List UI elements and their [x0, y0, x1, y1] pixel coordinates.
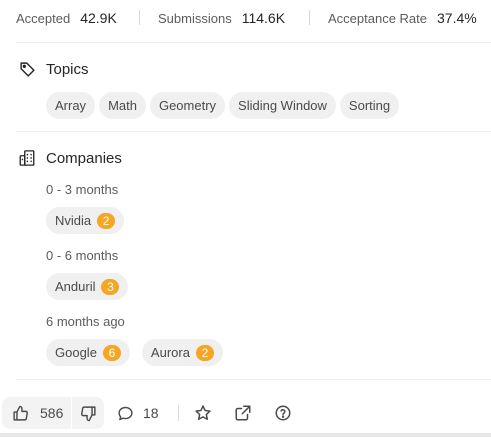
- downvote-button[interactable]: [72, 397, 105, 429]
- comment-icon: [117, 405, 134, 422]
- submissions-stat: Submissions 114.6K: [158, 10, 285, 26]
- company-list: Google 6 Aurora 2: [46, 339, 223, 366]
- company-name: Google: [55, 345, 97, 360]
- stat-divider: [139, 10, 140, 25]
- topic-chip[interactable]: Sorting: [339, 92, 400, 119]
- stat-divider: [309, 10, 310, 25]
- thumbs-down-icon: [80, 405, 97, 422]
- help-icon: [274, 404, 292, 422]
- period-label: 0 - 6 months: [46, 248, 119, 263]
- company-list: Anduril 3: [46, 273, 129, 300]
- action-bar: 586 18: [0, 397, 491, 431]
- building-icon: [18, 149, 36, 167]
- submissions-label: Submissions: [158, 10, 232, 26]
- action-divider: [178, 405, 179, 421]
- companies-title: Companies: [46, 149, 122, 167]
- companies-header[interactable]: Companies: [18, 149, 122, 167]
- divider: [16, 131, 491, 132]
- acceptance-rate-stat: Acceptance Rate 37.4%: [328, 10, 477, 26]
- company-chip-google[interactable]: Google 6: [46, 339, 130, 366]
- thumbs-up-icon: [12, 405, 29, 422]
- period-label: 6 months ago: [46, 314, 125, 329]
- problem-info-panel: Accepted 42.9K Submissions 114.6K Accept…: [0, 0, 491, 437]
- vote-group: 586: [2, 397, 105, 429]
- topic-chip[interactable]: Sliding Window: [229, 92, 336, 119]
- submissions-value: 114.6K: [241, 10, 286, 26]
- company-count-badge: 2: [195, 344, 214, 361]
- topic-chip[interactable]: Array: [46, 92, 96, 119]
- company-chip-nvidia[interactable]: Nvidia 2: [46, 207, 125, 234]
- company-name: Aurora: [150, 345, 190, 360]
- comments-button[interactable]: 18: [117, 397, 159, 429]
- topic-chip[interactable]: Geometry: [149, 92, 226, 119]
- company-count-badge: 3: [101, 278, 120, 295]
- company-chip-anduril[interactable]: Anduril 3: [46, 273, 129, 300]
- favorite-button[interactable]: [194, 397, 212, 429]
- company-count-badge: 2: [97, 212, 116, 229]
- company-count-badge: 6: [102, 344, 121, 361]
- bottom-border: [0, 433, 491, 437]
- comment-count: 18: [143, 405, 159, 421]
- star-icon: [194, 404, 212, 422]
- divider: [16, 379, 491, 380]
- accepted-label: Accepted: [16, 10, 71, 26]
- share-icon: [234, 404, 252, 422]
- topics-header[interactable]: Topics: [18, 60, 89, 78]
- company-list: Nvidia 2: [46, 207, 125, 234]
- company-name: Anduril: [55, 279, 96, 294]
- help-button[interactable]: [274, 397, 292, 429]
- period-label: 0 - 3 months: [46, 182, 119, 197]
- stats-row: Accepted 42.9K Submissions 114.6K Accept…: [0, 0, 491, 40]
- accepted-value: 42.9K: [80, 10, 117, 26]
- accepted-stat: Accepted 42.9K: [16, 10, 117, 26]
- company-name: Nvidia: [55, 213, 92, 228]
- acceptance-rate-label: Acceptance Rate: [328, 10, 428, 26]
- company-chip-aurora[interactable]: Aurora 2: [141, 339, 223, 366]
- tag-icon: [18, 60, 36, 78]
- divider: [16, 42, 491, 43]
- upvote-button[interactable]: 586: [2, 397, 72, 429]
- topic-chip[interactable]: Math: [99, 92, 146, 119]
- acceptance-rate-value: 37.4%: [437, 10, 477, 26]
- upvote-count: 586: [40, 405, 64, 421]
- share-button[interactable]: [234, 397, 252, 429]
- topics-title: Topics: [46, 60, 89, 78]
- topics-list: Array Math Geometry Sliding Window Sorti…: [46, 92, 400, 119]
